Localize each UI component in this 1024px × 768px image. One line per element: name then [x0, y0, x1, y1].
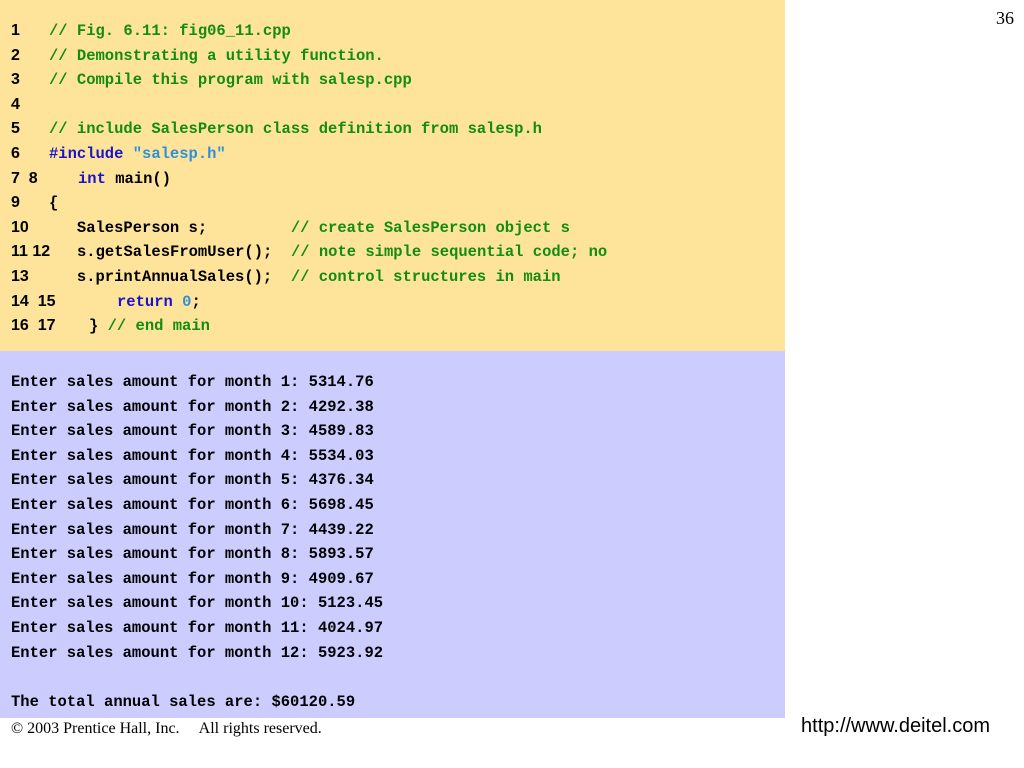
code-token: s.printAnnualSales(); — [49, 268, 291, 286]
code-line: 14 15 return 0; — [0, 290, 785, 314]
output-line: Enter sales amount for month 9: 4909.67 — [11, 569, 374, 588]
line-number: 1 — [11, 22, 20, 39]
page-number: 36 — [996, 8, 1014, 28]
output-line: Enter sales amount for month 6: 5698.45 — [11, 496, 374, 514]
line-number: 16 17 — [11, 317, 56, 335]
code-source: int main() — [78, 167, 171, 191]
output-line: Enter sales amount for month 8: 5893.57 — [11, 545, 374, 564]
code-source: #include "salesp.h" — [49, 142, 226, 166]
line-number: 6 — [11, 145, 20, 162]
code-line: 2 // Demonstrating a utility function. — [0, 44, 785, 68]
code-token: // Demonstrating a utility function. — [49, 46, 384, 65]
output-line: Enter sales amount for month 11: 4024.97 — [11, 619, 384, 637]
code-line: 10 SalesPerson s; // create SalesPerson … — [0, 216, 785, 240]
code-line: 6 #include "salesp.h" — [0, 142, 785, 166]
code-source: s.getSalesFromUser(); // note simple seq… — [77, 240, 607, 264]
output-line: Enter sales amount for month 2: 4292.38 — [11, 397, 374, 416]
line-number: 11 12 — [11, 243, 51, 261]
output-line: Enter sales amount for month 4: 5534.03 — [11, 446, 374, 465]
code-source: // Fig. 6.11: fig06_11.cpp — [49, 19, 291, 43]
code-line: 3 // Compile this program with salesp.cpp — [0, 68, 785, 92]
code-source: } // end main — [89, 314, 210, 338]
code-line: 16 17} // end main — [0, 314, 785, 338]
line-number: 14 15 — [11, 292, 56, 310]
website-link[interactable]: http://www.deitel.com — [801, 715, 990, 738]
output-line: The total annual sales are: $60120.59 — [11, 692, 356, 711]
code-line: 7 8 int main() — [0, 167, 785, 191]
code-token: { — [49, 194, 59, 213]
code-source: s.printAnnualSales(); // control structu… — [49, 265, 561, 289]
output-line: Enter sales amount for month 3: 4589.83 — [11, 422, 374, 441]
line-number: 7 8 — [11, 169, 38, 187]
code-token: // note simple sequential code; no — [290, 243, 608, 262]
output-line: Enter sales amount for month 5: 4376.34 — [11, 471, 374, 490]
code-token: // Fig. 6.11: fig06_11.cpp — [49, 22, 291, 40]
code-token: main() — [105, 169, 172, 188]
code-token: ; — [191, 292, 201, 311]
code-token: "salesp.h" — [132, 145, 226, 163]
code-line: 4 — [0, 93, 785, 117]
code-token: // Compile this program with salesp.cpp — [49, 71, 412, 90]
output-line: Enter sales amount for month 10: 5123.45 — [11, 594, 384, 613]
code-source: SalesPerson s; // create SalesPerson obj… — [49, 216, 570, 240]
code-token: // create SalesPerson object s — [290, 218, 570, 237]
line-number: 10 — [11, 218, 29, 236]
code-token: // end main — [107, 317, 210, 336]
line-number: 4 — [11, 95, 20, 113]
code-line: 11 12 s.getSalesFromUser(); // note simpl… — [0, 240, 785, 264]
line-number: 9 — [11, 194, 20, 212]
code-token: s.getSalesFromUser(); — [77, 243, 291, 262]
code-listing-panel: 1 // Fig. 6.11: fig06_11.cpp 2 // Demonstra… — [0, 0, 785, 351]
output-line: Enter sales amount for month 7: 4439.22 — [11, 520, 374, 539]
code-token: SalesPerson s; — [49, 218, 291, 237]
code-source: // include SalesPerson class definition … — [49, 117, 542, 141]
code-line: 5 // include SalesPerson class definition… — [0, 117, 785, 141]
output-line: Enter sales amount for month 12: 5923.92 — [11, 643, 384, 662]
code-token: // control structures in main — [290, 268, 561, 286]
code-token: // include SalesPerson class definition … — [49, 120, 542, 139]
code-line: 9{ — [0, 191, 785, 215]
line-number: 3 — [11, 71, 20, 89]
code-token: } — [89, 317, 108, 336]
code-source: { — [49, 191, 58, 215]
line-number: 13 — [11, 268, 29, 285]
code-line: 1 // Fig. 6.11: fig06_11.cpp — [0, 19, 785, 43]
code-source: return 0; — [117, 290, 201, 314]
line-number: 2 — [11, 46, 20, 64]
code-token: int — [78, 169, 106, 188]
code-source: // Compile this program with salesp.cpp — [49, 68, 412, 92]
code-token: return — [117, 292, 183, 311]
line-number: 5 — [11, 120, 20, 138]
output-line: Enter sales amount for month 1: 5314.76 — [11, 373, 374, 391]
copyright-notice: © 2003 Prentice Hall, Inc. All rights re… — [11, 720, 322, 737]
code-source: // Demonstrating a utility function. — [49, 44, 384, 68]
code-token: #include — [49, 145, 133, 163]
program-output-panel: Enter sales amount for month 1: 5314.76 E… — [0, 351, 785, 718]
code-line: 13 s.printAnnualSales(); // control stru… — [0, 265, 785, 289]
